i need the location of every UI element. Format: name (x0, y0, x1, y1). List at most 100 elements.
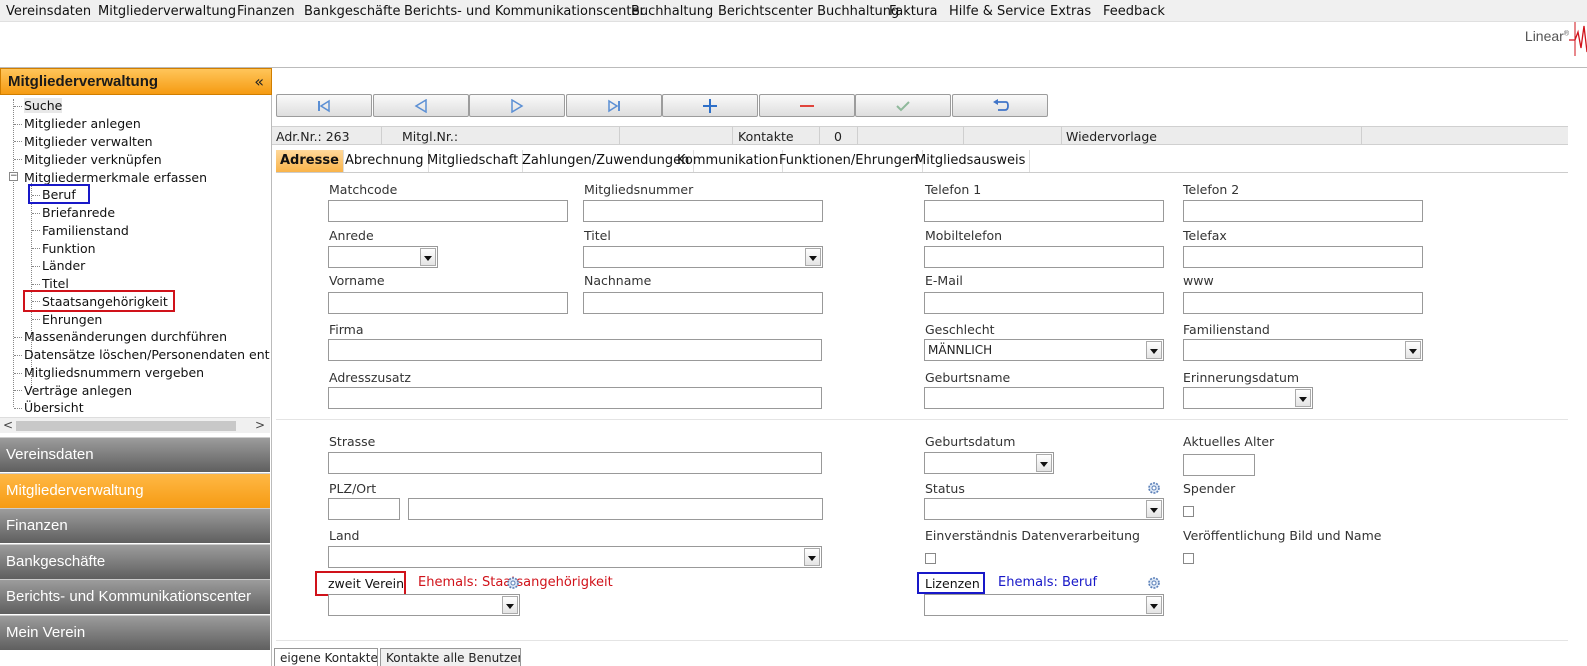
tree-item-uebersicht[interactable]: Übersicht (24, 400, 84, 415)
geschlecht-select[interactable]: MÄNNLICH (924, 339, 1164, 361)
save-record-button[interactable] (855, 94, 951, 117)
alter-input[interactable] (1183, 454, 1255, 476)
tree-item-datensaetze-loeschen[interactable]: Datensätze löschen/Personendaten entfern (24, 347, 270, 362)
next-record-button[interactable] (469, 94, 565, 117)
tab-kommunikation[interactable]: Kommunikation (673, 150, 784, 172)
tab-zahlungen[interactable]: Zahlungen/Zuwendungen (518, 150, 695, 172)
delete-record-button[interactable] (759, 94, 855, 117)
tree-item-suche[interactable]: Suche (24, 98, 63, 113)
menu-vereinsdaten[interactable]: Vereinsdaten (6, 4, 91, 19)
gear-icon[interactable] (506, 576, 520, 590)
menu-mitgliederverwaltung[interactable]: Mitgliederverwaltung (98, 4, 236, 19)
scroll-left-icon[interactable]: < (3, 418, 13, 432)
tree-item-mitglieder-anlegen[interactable]: Mitglieder anlegen (24, 116, 141, 131)
nav-bankgeschaefte[interactable]: Bankgeschäfte (0, 544, 270, 579)
nav-mein-verein[interactable]: Mein Verein (0, 615, 270, 650)
tree-scrollbar[interactable]: < > (0, 417, 270, 433)
www-input[interactable] (1183, 292, 1423, 314)
undo-button[interactable] (952, 94, 1048, 117)
menu-extras[interactable]: Extras (1050, 4, 1091, 19)
tab-funktionen[interactable]: Funktionen/Ehrungen (775, 150, 924, 172)
menu-berichtscenter-buchhaltung[interactable]: Berichtscenter Buchhaltung (718, 4, 899, 19)
nachname-input[interactable] (583, 292, 823, 314)
adresszusatz-input[interactable] (328, 387, 822, 409)
erinnerungsdatum-select[interactable] (1183, 387, 1313, 409)
status-select[interactable] (924, 498, 1164, 520)
gear-icon[interactable] (1147, 481, 1161, 495)
menu-berichtscenter[interactable]: Berichts- und Kommunikationscenter (404, 4, 645, 19)
menu-buchhaltung[interactable]: Buchhaltung (631, 4, 713, 19)
plz-input[interactable] (328, 498, 400, 520)
nav-mitgliederverwaltung[interactable]: Mitgliederverwaltung (0, 473, 270, 508)
nav-berichtscenter[interactable]: Berichts- und Kommunikationscenter (0, 579, 270, 614)
telefon2-input[interactable] (1183, 200, 1423, 222)
geburtsdatum-select[interactable] (924, 452, 1054, 474)
geburtsname-input[interactable] (924, 387, 1164, 409)
matchcode-input[interactable] (328, 200, 568, 222)
tab-adresse[interactable]: Adresse (276, 150, 344, 172)
tree-collapse-icon[interactable]: − (9, 172, 18, 181)
tree-item-massenaenderungen[interactable]: Massenänderungen durchführen (24, 329, 227, 344)
collapse-icon[interactable]: « (254, 72, 264, 91)
zweit-verein-select[interactable] (328, 594, 520, 616)
wiedervorlage[interactable]: Wiedervorlage (1062, 127, 1362, 145)
tree-connector (14, 355, 22, 356)
tab-kontakte-alle-benutzer[interactable]: Kontakte alle Benutzer (380, 648, 521, 666)
add-record-button[interactable] (662, 94, 758, 117)
ort-input[interactable] (408, 498, 823, 520)
tree-item-funktion[interactable]: Funktion (42, 241, 96, 256)
nav-vereinsdaten[interactable]: Vereinsdaten (0, 437, 270, 472)
scroll-right-icon[interactable]: > (255, 418, 265, 432)
gear-icon[interactable] (1147, 576, 1161, 590)
tree-item-vertraege[interactable]: Verträge anlegen (24, 383, 132, 398)
tree-item-ehrungen[interactable]: Ehrungen (42, 312, 102, 327)
veroeffentlichung-checkbox[interactable] (1183, 553, 1194, 564)
spender-label: Spender (1183, 481, 1236, 496)
tree-item-mitgliedsnummern[interactable]: Mitgliedsnummern vergeben (24, 365, 204, 380)
tree-item-titel[interactable]: Titel (42, 276, 69, 291)
tree-item-mitgliedermerkmale[interactable]: Mitgliedermerkmale erfassen (24, 170, 207, 185)
tree-item-mitglieder-verknuepfen[interactable]: Mitglieder verknüpfen (24, 152, 162, 167)
titel-label: Titel (584, 228, 611, 243)
telefax-input[interactable] (1183, 246, 1423, 268)
telefon1-input[interactable] (924, 200, 1164, 222)
strasse-input[interactable] (328, 452, 822, 474)
mitgliedsnummer-input[interactable] (583, 200, 823, 222)
prev-record-button[interactable] (373, 94, 469, 117)
tree-item-briefanrede[interactable]: Briefanrede (42, 205, 115, 220)
familienstand-select[interactable] (1183, 339, 1423, 361)
tab-abrechnung[interactable]: Abrechnung (341, 150, 429, 172)
einverstaendnis-checkbox[interactable] (925, 553, 936, 564)
section-divider (276, 419, 1568, 420)
land-select[interactable] (328, 546, 822, 568)
nav-finanzen[interactable]: Finanzen (0, 508, 270, 543)
titel-select[interactable] (583, 246, 823, 268)
menu-hilfe-service[interactable]: Hilfe & Service (949, 4, 1045, 19)
adr-nr: Adr.Nr.: 263 (272, 127, 382, 145)
vorname-input[interactable] (328, 292, 568, 314)
tree-item-mitglieder-verwalten[interactable]: Mitglieder verwalten (24, 134, 153, 149)
chevron-down-icon (420, 248, 436, 266)
menu-finanzen[interactable]: Finanzen (237, 4, 295, 19)
spender-checkbox[interactable] (1183, 506, 1194, 517)
email-label: E-Mail (925, 273, 963, 288)
firma-input[interactable] (328, 339, 822, 361)
tree-item-laender[interactable]: Länder (42, 258, 85, 273)
tab-eigene-kontakte[interactable]: eigene Kontakte (274, 648, 378, 666)
tab-mitgliedsausweis[interactable]: Mitgliedsausweis (911, 150, 1031, 172)
first-record-button[interactable] (276, 94, 372, 117)
email-input[interactable] (924, 292, 1164, 314)
left-panel-title: Mitgliederverwaltung (8, 73, 159, 90)
menu-faktura[interactable]: Faktura (889, 4, 937, 19)
tree-item-familienstand[interactable]: Familienstand (42, 223, 129, 238)
tab-mitgliedschaft[interactable]: Mitgliedschaft (423, 150, 524, 172)
mobiltelefon-input[interactable] (924, 246, 1164, 268)
last-record-button[interactable] (566, 94, 662, 117)
menu-bankgeschaefte[interactable]: Bankgeschäfte (304, 4, 400, 19)
menu-feedback[interactable]: Feedback (1103, 4, 1165, 19)
geschlecht-value: MÄNNLICH (928, 343, 993, 357)
lizenzen-select[interactable] (924, 594, 1164, 616)
scroll-thumb[interactable] (16, 421, 236, 431)
anrede-select[interactable] (328, 246, 438, 268)
first-icon (318, 99, 330, 113)
